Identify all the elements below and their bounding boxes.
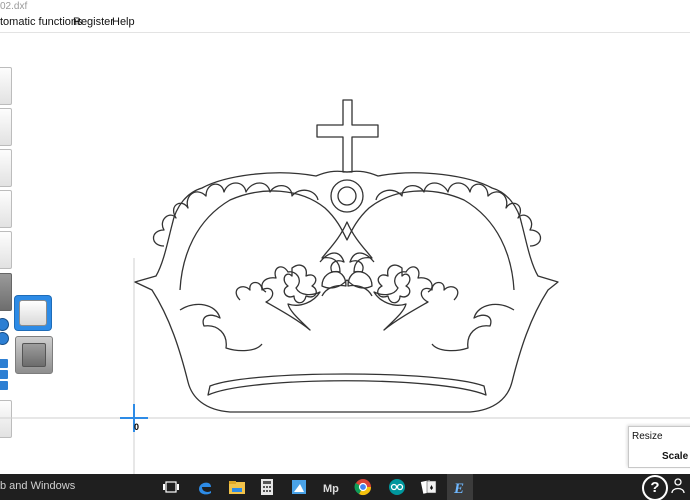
fleur-center — [321, 221, 373, 289]
edge-icon[interactable] — [196, 478, 214, 496]
orb-inner — [337, 186, 357, 206]
swirl-left-1 — [179, 303, 263, 352]
pearls-left — [152, 182, 319, 247]
svg-text:Mp: Mp — [323, 483, 339, 495]
resize-panel-title: Resize — [632, 431, 663, 442]
pearls-right — [375, 182, 542, 247]
crown-outline — [134, 170, 559, 413]
chrome-icon[interactable] — [354, 478, 372, 496]
solitaire-icon[interactable] — [420, 478, 438, 496]
cross-shape — [316, 99, 379, 173]
fleur-left — [235, 266, 321, 331]
arduino-icon[interactable] — [388, 478, 406, 496]
small-fleur-right — [377, 264, 411, 304]
svg-text:E: E — [453, 481, 464, 496]
people-icon[interactable] — [670, 476, 690, 496]
orb-shape — [330, 179, 364, 213]
taskbar-search-box[interactable]: b and Windows — [0, 480, 75, 492]
task-view-icon[interactable] — [162, 478, 180, 496]
inner-arch — [179, 190, 515, 291]
media-player-icon[interactable]: Mp — [322, 478, 340, 496]
app-e-icon[interactable]: E — [451, 478, 469, 496]
help-button[interactable]: ? — [642, 475, 668, 501]
origin-label: 0 — [134, 422, 140, 432]
file-explorer-icon[interactable] — [228, 478, 246, 496]
crown-drawing — [0, 99, 690, 474]
calculator-icon[interactable] — [258, 478, 276, 496]
small-fleur-left — [283, 264, 317, 304]
taskbar: b and Windows Mp E — [0, 474, 690, 500]
inner-band — [207, 373, 487, 396]
scale-factor-label: Scale fa — [662, 451, 690, 462]
paint-icon[interactable] — [290, 478, 308, 496]
resize-panel: Resize Scale fa — [628, 426, 690, 468]
swirl-right-1 — [431, 303, 515, 352]
fleur-right — [373, 266, 459, 331]
